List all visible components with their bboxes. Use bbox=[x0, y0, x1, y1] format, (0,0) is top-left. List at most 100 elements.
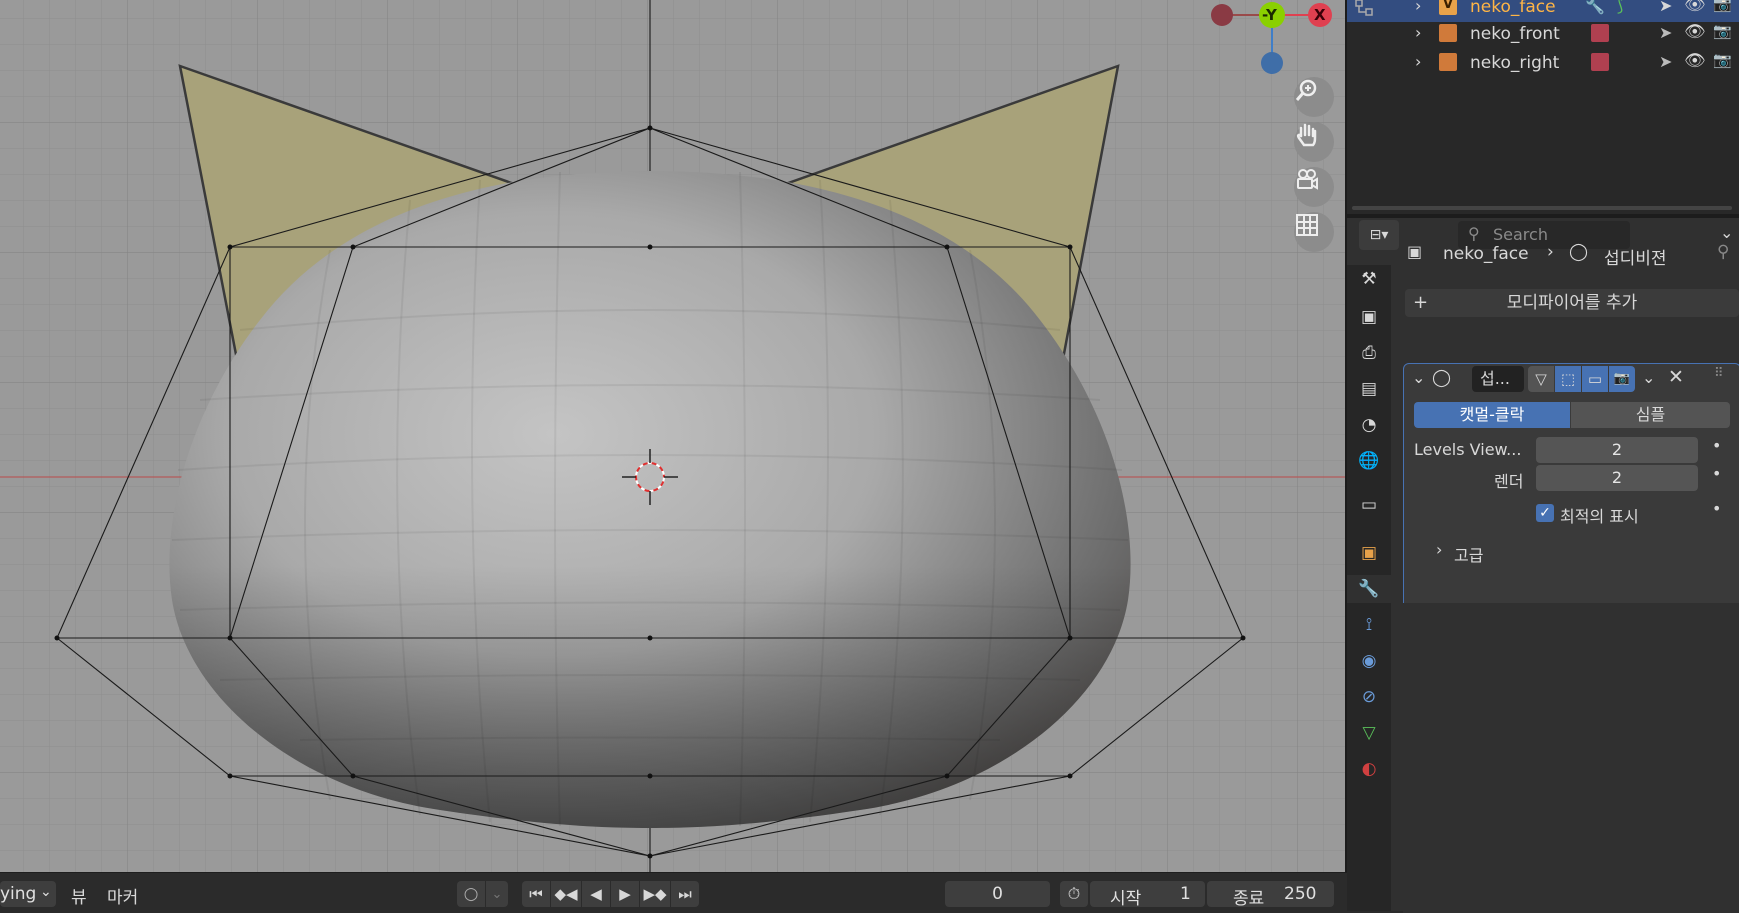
playback-dropdown[interactable]: ying ⌄ bbox=[0, 881, 56, 907]
render-camera-icon[interactable]: 📷 bbox=[1713, 51, 1732, 69]
next-keyframe-icon: ▶◆ bbox=[643, 885, 667, 903]
render-camera-icon[interactable]: 📷 bbox=[1713, 22, 1732, 40]
start-frame-field[interactable]: 시작 1 bbox=[1090, 881, 1205, 909]
tab-tool[interactable]: ⚒ bbox=[1355, 265, 1383, 293]
play-icon: ▶ bbox=[619, 885, 631, 903]
start-value: 1 bbox=[1180, 884, 1191, 904]
optimal-display-label[interactable]: 최적의 표시 bbox=[1560, 503, 1639, 527]
current-frame-field[interactable]: 0 bbox=[945, 881, 1050, 907]
3d-viewport[interactable]: -Y X bbox=[0, 0, 1347, 872]
auto-keying-toggle[interactable]: ○ bbox=[457, 881, 485, 907]
vertex-group-icon: ⟆ bbox=[1617, 0, 1624, 15]
expand-chevron-icon[interactable]: › bbox=[1415, 0, 1421, 15]
viewport-toggle[interactable]: ▭ bbox=[1582, 366, 1608, 392]
chevron-down-icon: ⌄ bbox=[40, 884, 52, 900]
keyframe-dot-icon[interactable]: • bbox=[1712, 499, 1721, 518]
edit-mode-toggle[interactable]: ▽ bbox=[1528, 366, 1554, 392]
zoom-button[interactable] bbox=[1294, 77, 1334, 117]
printer-icon: ⎙ bbox=[1362, 343, 1376, 363]
image-data-icon bbox=[1591, 24, 1609, 42]
optimal-display-checkbox[interactable]: ✓ bbox=[1536, 504, 1554, 522]
tab-constraints[interactable]: ⊘ bbox=[1355, 683, 1383, 711]
outliner-row-neko-right[interactable]: › neko_right ➤ 👁 📷 bbox=[1347, 49, 1739, 78]
render-camera-icon[interactable]: 📷 bbox=[1713, 0, 1732, 13]
camera-view-button[interactable] bbox=[1294, 167, 1334, 207]
image-object-icon bbox=[1439, 24, 1457, 42]
record-circle-icon: ○ bbox=[463, 884, 479, 904]
tab-data[interactable]: ▽ bbox=[1355, 719, 1383, 747]
render-levels-field[interactable]: 2 bbox=[1536, 465, 1698, 491]
pin-icon[interactable]: ⚲ bbox=[1717, 242, 1729, 262]
options-chevron-icon[interactable]: ⌄ bbox=[1720, 223, 1733, 242]
viewport-canvas bbox=[0, 0, 1347, 872]
dropdown-chevron-icon[interactable]: ⌄ bbox=[1642, 368, 1655, 387]
render-levels-label: 렌더 bbox=[1494, 472, 1524, 491]
tab-world[interactable]: 🌐 bbox=[1355, 447, 1383, 475]
outliner-row-neko-face[interactable]: › V neko_face 🔧 ⟆ ➤ 👁 📷 bbox=[1347, 0, 1739, 22]
world-icon: 🌐 bbox=[1358, 451, 1380, 471]
tab-modifiers[interactable]: 🔧 bbox=[1347, 575, 1391, 603]
gizmo-y-label[interactable]: -Y bbox=[1262, 6, 1277, 24]
properties-editor-icon: ⊟▾ bbox=[1369, 227, 1389, 243]
tab-physics[interactable]: ◉ bbox=[1355, 647, 1383, 675]
expand-chevron-icon[interactable]: › bbox=[1415, 52, 1421, 71]
keying-dropdown[interactable]: ⌄ bbox=[486, 881, 508, 907]
hierarchy-icon bbox=[1355, 0, 1373, 16]
menu-view[interactable]: 뷰 bbox=[71, 883, 87, 908]
outliner-item-label[interactable]: neko_face bbox=[1470, 0, 1556, 17]
expand-chevron-icon[interactable]: › bbox=[1415, 23, 1421, 42]
physics-icon: ◉ bbox=[1361, 651, 1377, 671]
material-icon: ◐ bbox=[1361, 759, 1377, 779]
tab-collection[interactable]: ▭ bbox=[1355, 491, 1383, 519]
jump-end-button[interactable]: ⏭ bbox=[671, 881, 699, 907]
catmull-clark-tab[interactable]: 캣멀-클락 bbox=[1414, 402, 1570, 428]
menu-marker[interactable]: 마커 bbox=[107, 883, 138, 908]
mesh-data-icon: ▽ bbox=[1362, 723, 1376, 743]
breadcrumb-object: neko_face bbox=[1443, 244, 1529, 264]
close-icon[interactable]: ✕ bbox=[1668, 366, 1684, 388]
play-reverse-button[interactable]: ◀ bbox=[582, 881, 610, 907]
tab-scene[interactable]: ◔ bbox=[1355, 411, 1383, 439]
tab-object[interactable]: ▣ bbox=[1355, 539, 1383, 567]
tab-material[interactable]: ◐ bbox=[1355, 755, 1383, 783]
prev-keyframe-button[interactable]: ◆◀ bbox=[551, 881, 581, 907]
eye-icon[interactable]: 👁 bbox=[1684, 51, 1706, 71]
jump-start-button[interactable]: ⏮ bbox=[522, 881, 550, 907]
tab-render[interactable]: ▣ bbox=[1355, 303, 1383, 331]
object-square-icon: ▣ bbox=[1360, 543, 1378, 563]
hand-icon bbox=[1296, 123, 1317, 147]
tab-particles[interactable]: ⟟ bbox=[1355, 611, 1383, 639]
outliner-scrollbar[interactable] bbox=[1352, 206, 1732, 210]
collapse-chevron-icon[interactable]: ⌄ bbox=[1412, 368, 1425, 387]
tab-output[interactable]: ⎙ bbox=[1355, 339, 1383, 367]
drag-handle-icon[interactable]: ⠿ bbox=[1714, 366, 1724, 381]
modifier-name-field[interactable]: 섭... bbox=[1472, 366, 1524, 392]
eye-icon[interactable]: 👁 bbox=[1684, 0, 1706, 15]
end-frame-field[interactable]: 종료 250 bbox=[1207, 881, 1334, 909]
on-cage-toggle[interactable]: ⬚ bbox=[1555, 366, 1581, 392]
play-button[interactable]: ▶ bbox=[611, 881, 639, 907]
ortho-toggle-button[interactable] bbox=[1294, 212, 1334, 252]
select-arrow-icon[interactable]: ➤ bbox=[1659, 0, 1672, 15]
next-keyframe-button[interactable]: ▶◆ bbox=[640, 881, 670, 907]
eye-icon[interactable]: 👁 bbox=[1684, 22, 1706, 42]
expand-chevron-icon[interactable]: › bbox=[1436, 540, 1442, 559]
use-preview-range-toggle[interactable]: ⏱ bbox=[1060, 881, 1088, 907]
outliner-item-label[interactable]: neko_right bbox=[1470, 53, 1559, 73]
plus-icon: + bbox=[1413, 292, 1429, 313]
render-toggle[interactable]: 📷 bbox=[1609, 366, 1635, 392]
simple-tab[interactable]: 심플 bbox=[1571, 402, 1730, 428]
select-arrow-icon[interactable]: ➤ bbox=[1659, 52, 1672, 71]
gizmo-x-label[interactable]: X bbox=[1314, 6, 1326, 24]
add-modifier-button[interactable]: + 모디파이어를 추가 bbox=[1405, 289, 1739, 317]
select-arrow-icon[interactable]: ➤ bbox=[1659, 23, 1672, 42]
pan-button[interactable] bbox=[1294, 122, 1334, 162]
levels-viewport-field[interactable]: 2 bbox=[1536, 437, 1698, 463]
editor-type-dropdown[interactable]: ⊟▾ bbox=[1359, 220, 1399, 250]
advanced-subpanel-header[interactable]: 고급 bbox=[1454, 542, 1483, 566]
tab-view-layer[interactable]: ▤ bbox=[1355, 375, 1383, 403]
keyframe-dot-icon[interactable]: • bbox=[1712, 464, 1721, 483]
outliner-row-neko-front[interactable]: › neko_front ➤ 👁 📷 bbox=[1347, 20, 1739, 49]
keyframe-dot-icon[interactable]: • bbox=[1712, 436, 1721, 455]
outliner-item-label[interactable]: neko_front bbox=[1470, 24, 1560, 44]
